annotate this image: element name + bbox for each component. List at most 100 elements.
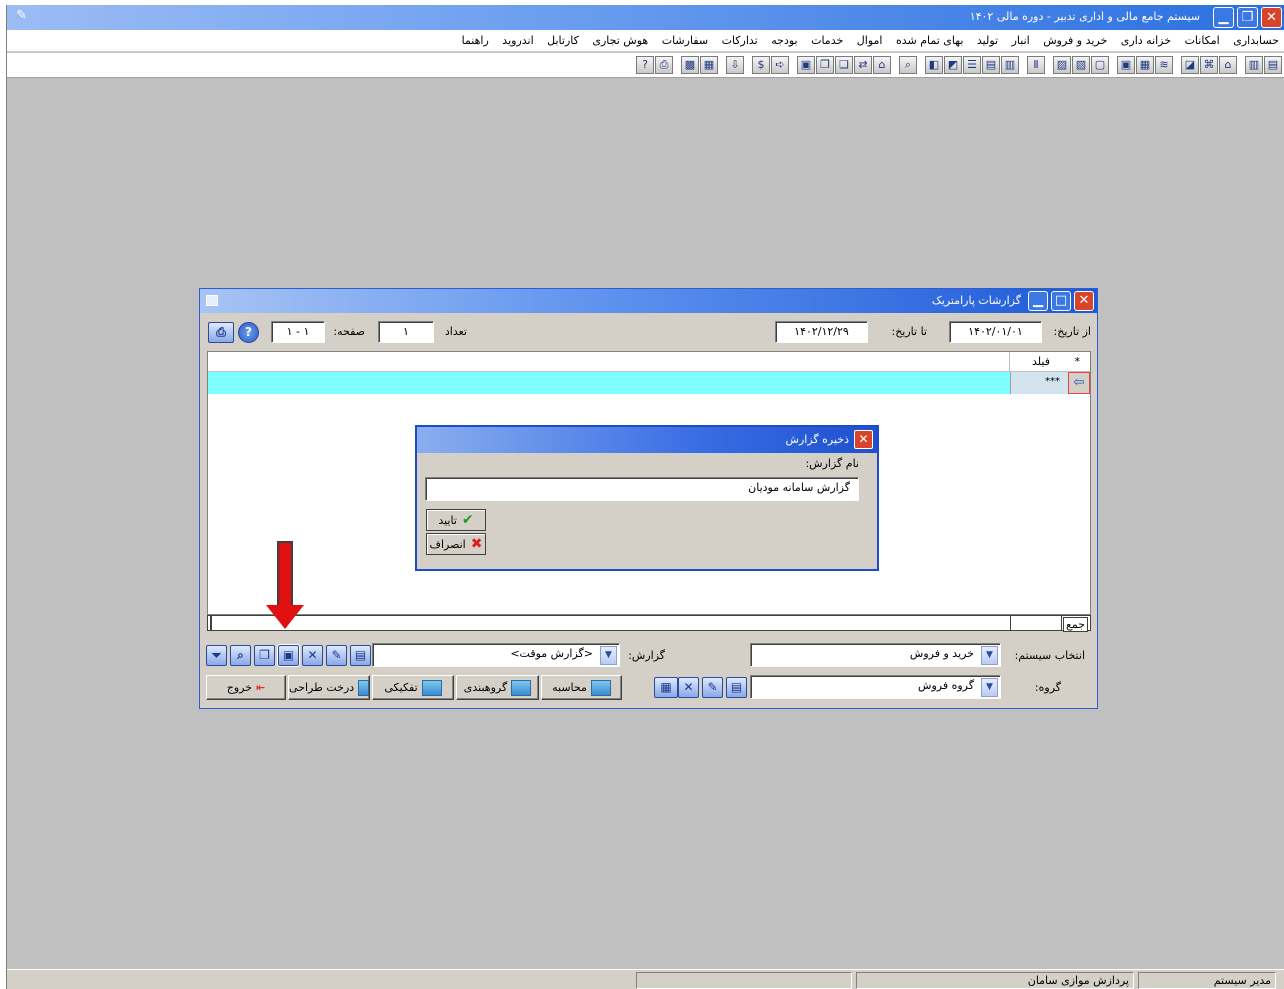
menu-production[interactable]: تولید (972, 30, 1003, 47)
grid-icon[interactable]: ▤ (982, 56, 1000, 74)
menu-services[interactable]: خدمات (806, 30, 848, 47)
row-selector-arrow-icon[interactable]: ⇦ (1068, 372, 1090, 394)
chevron-down-icon[interactable]: ▼ (981, 646, 998, 665)
graph-icon[interactable]: ◧ (925, 56, 943, 74)
page-field: ۱ - ۱ (271, 321, 325, 343)
close-dialog-button[interactable]: ✕ (854, 430, 873, 449)
edit-report-icon[interactable]: ✎ (326, 645, 347, 666)
column-icon[interactable]: Ⅱ (1027, 56, 1045, 74)
print-button[interactable]: ⎙ (208, 322, 234, 343)
sum-cell (1010, 616, 1062, 630)
grouping-button[interactable]: گروهبندی (456, 675, 539, 700)
menu-cartable[interactable]: کارتابل (542, 30, 584, 47)
window-icon[interactable]: ▢ (1091, 56, 1109, 74)
system-select[interactable]: خرید و فروش (750, 643, 1001, 667)
report-name-label: نام گزارش: (805, 457, 859, 470)
tree-icon (358, 679, 369, 696)
app-title: سیستم جامع مالی و اداری تدبیر - دوره مال… (969, 10, 1200, 23)
delete-group-icon[interactable]: ✕ (678, 677, 699, 698)
filter-icon[interactable]: ⏷ (206, 645, 227, 666)
menu-cost[interactable]: بهای تمام شده (891, 30, 968, 47)
close-app-button[interactable]: ✕ (1261, 7, 1282, 28)
house-icon[interactable]: ⌂ (873, 56, 891, 74)
report-select[interactable]: <گزارش موقت> (372, 643, 620, 667)
design-tree-button[interactable]: درخت طراحی (288, 675, 370, 700)
list-icon[interactable]: ▣ (1117, 56, 1135, 74)
menu-orders[interactable]: سفارشات (657, 30, 713, 47)
edit-group-icon[interactable]: ✎ (702, 677, 723, 698)
sheet-icon[interactable]: ☰ (963, 56, 981, 74)
maximize-report-button[interactable]: □ (1051, 291, 1071, 311)
restore-app-button[interactable]: ❐ (1237, 7, 1258, 28)
search-icon[interactable]: ⌕ (899, 56, 917, 74)
grid-header-divider (1009, 352, 1010, 372)
help-icon[interactable]: ? (636, 56, 654, 74)
breakdown-button[interactable]: تفکیکی (372, 675, 454, 700)
image-icon[interactable]: ◩ (944, 56, 962, 74)
new-group-icon[interactable]: ▤ (726, 677, 747, 698)
menu-assets[interactable]: اموال (852, 30, 888, 47)
window-cascade-icon[interactable]: ❐ (816, 56, 834, 74)
grouping-icon (511, 679, 532, 696)
import-icon[interactable]: ⇩ (726, 56, 744, 74)
group-select[interactable]: گروه فروش (750, 675, 1001, 699)
help-button[interactable]: ? (238, 322, 259, 343)
menu-budget[interactable]: بودجه (766, 30, 802, 47)
group-select-label: گروه: (1034, 681, 1061, 694)
from-date-field[interactable]: ۱۴۰۲/۰۱/۰۱ (949, 321, 1042, 343)
menu-bi[interactable]: هوش تجاری (587, 30, 653, 47)
exit-button[interactable]: ⇤ خروج (206, 675, 286, 700)
print-icon[interactable]: ⎙ (655, 56, 673, 74)
calculator-icon[interactable]: ▩ (681, 56, 699, 74)
copy-report-icon[interactable]: ❐ (254, 645, 275, 666)
archive-icon[interactable]: ▨ (1053, 56, 1071, 74)
menu-accounting[interactable]: حسابداری (1228, 30, 1284, 47)
minimize-app-button[interactable]: ▁ (1213, 7, 1234, 28)
menu-sales[interactable]: خرید و فروش (1038, 30, 1112, 47)
menu-treasury[interactable]: خزانه داری (1116, 30, 1176, 47)
close-report-button[interactable]: ✕ (1074, 291, 1094, 311)
chevron-down-icon[interactable]: ▼ (600, 646, 617, 665)
exit-door-icon: ⇤ (256, 681, 266, 694)
delete-report-icon[interactable]: ✕ (302, 645, 323, 666)
main-title-bar: ✎ سیستم جامع مالی و اداری تدبیر - دوره م… (7, 5, 1284, 30)
chevron-down-icon[interactable]: ▼ (981, 678, 998, 697)
menu-help[interactable]: راهنما (457, 30, 494, 47)
books-icon[interactable]: ▧ (1072, 56, 1090, 74)
stack-icon[interactable]: ≋ (1155, 56, 1173, 74)
ledger-icon[interactable]: ▥ (1245, 56, 1263, 74)
report-name-input[interactable]: گزارش سامانه مودیان (425, 477, 859, 501)
menu-facilities[interactable]: امکانات (1180, 30, 1225, 47)
window-tile-icon[interactable]: ▣ (797, 56, 815, 74)
cancel-button[interactable]: ✖ انصراف (426, 533, 486, 555)
save-report-icon[interactable]: ▣ (277, 644, 300, 667)
ok-button[interactable]: ✔ تایید (426, 509, 486, 531)
network-icon[interactable]: ⌘ (1200, 56, 1218, 74)
building-icon[interactable]: ⌂ (1219, 56, 1237, 74)
transfer-icon[interactable]: ⇄ (854, 56, 872, 74)
table-icon[interactable]: ▥ (1001, 56, 1019, 74)
form-icon[interactable]: ▦ (1136, 56, 1154, 74)
menu-procurement[interactable]: تدارکات (717, 30, 763, 47)
dollar-icon[interactable]: $ (752, 56, 770, 74)
table-row[interactable]: ⇦ *** (208, 372, 1090, 394)
row-field-cell[interactable]: *** (1010, 372, 1068, 394)
copy-icon[interactable]: ❏ (835, 56, 853, 74)
arrow-icon[interactable]: ➪ (771, 56, 789, 74)
sum-label: جمع (1062, 617, 1088, 632)
menu-warehouse[interactable]: انبار (1007, 30, 1035, 47)
status-panel-empty-1 (636, 972, 852, 989)
chart-icon[interactable]: ◪ (1181, 56, 1199, 74)
search-icon[interactable]: ⌕ (230, 645, 251, 666)
to-date-field[interactable]: ۱۴۰۲/۱۲/۲۹ (775, 321, 868, 343)
calc-button[interactable]: محاسبه (541, 675, 622, 700)
group-list-icon[interactable]: ▦ (654, 677, 678, 698)
count-label: تعداد (444, 325, 467, 338)
grid-header-field[interactable]: فیلد (1032, 355, 1050, 368)
menu-android[interactable]: اندروید (497, 30, 538, 47)
report-icon[interactable]: ▦ (700, 56, 718, 74)
new-report-icon[interactable]: ▤ (350, 645, 371, 666)
minimize-report-button[interactable]: ▁ (1028, 291, 1048, 311)
document-icon[interactable]: ▤ (1264, 56, 1282, 74)
annotation-arrow-head (266, 605, 304, 629)
